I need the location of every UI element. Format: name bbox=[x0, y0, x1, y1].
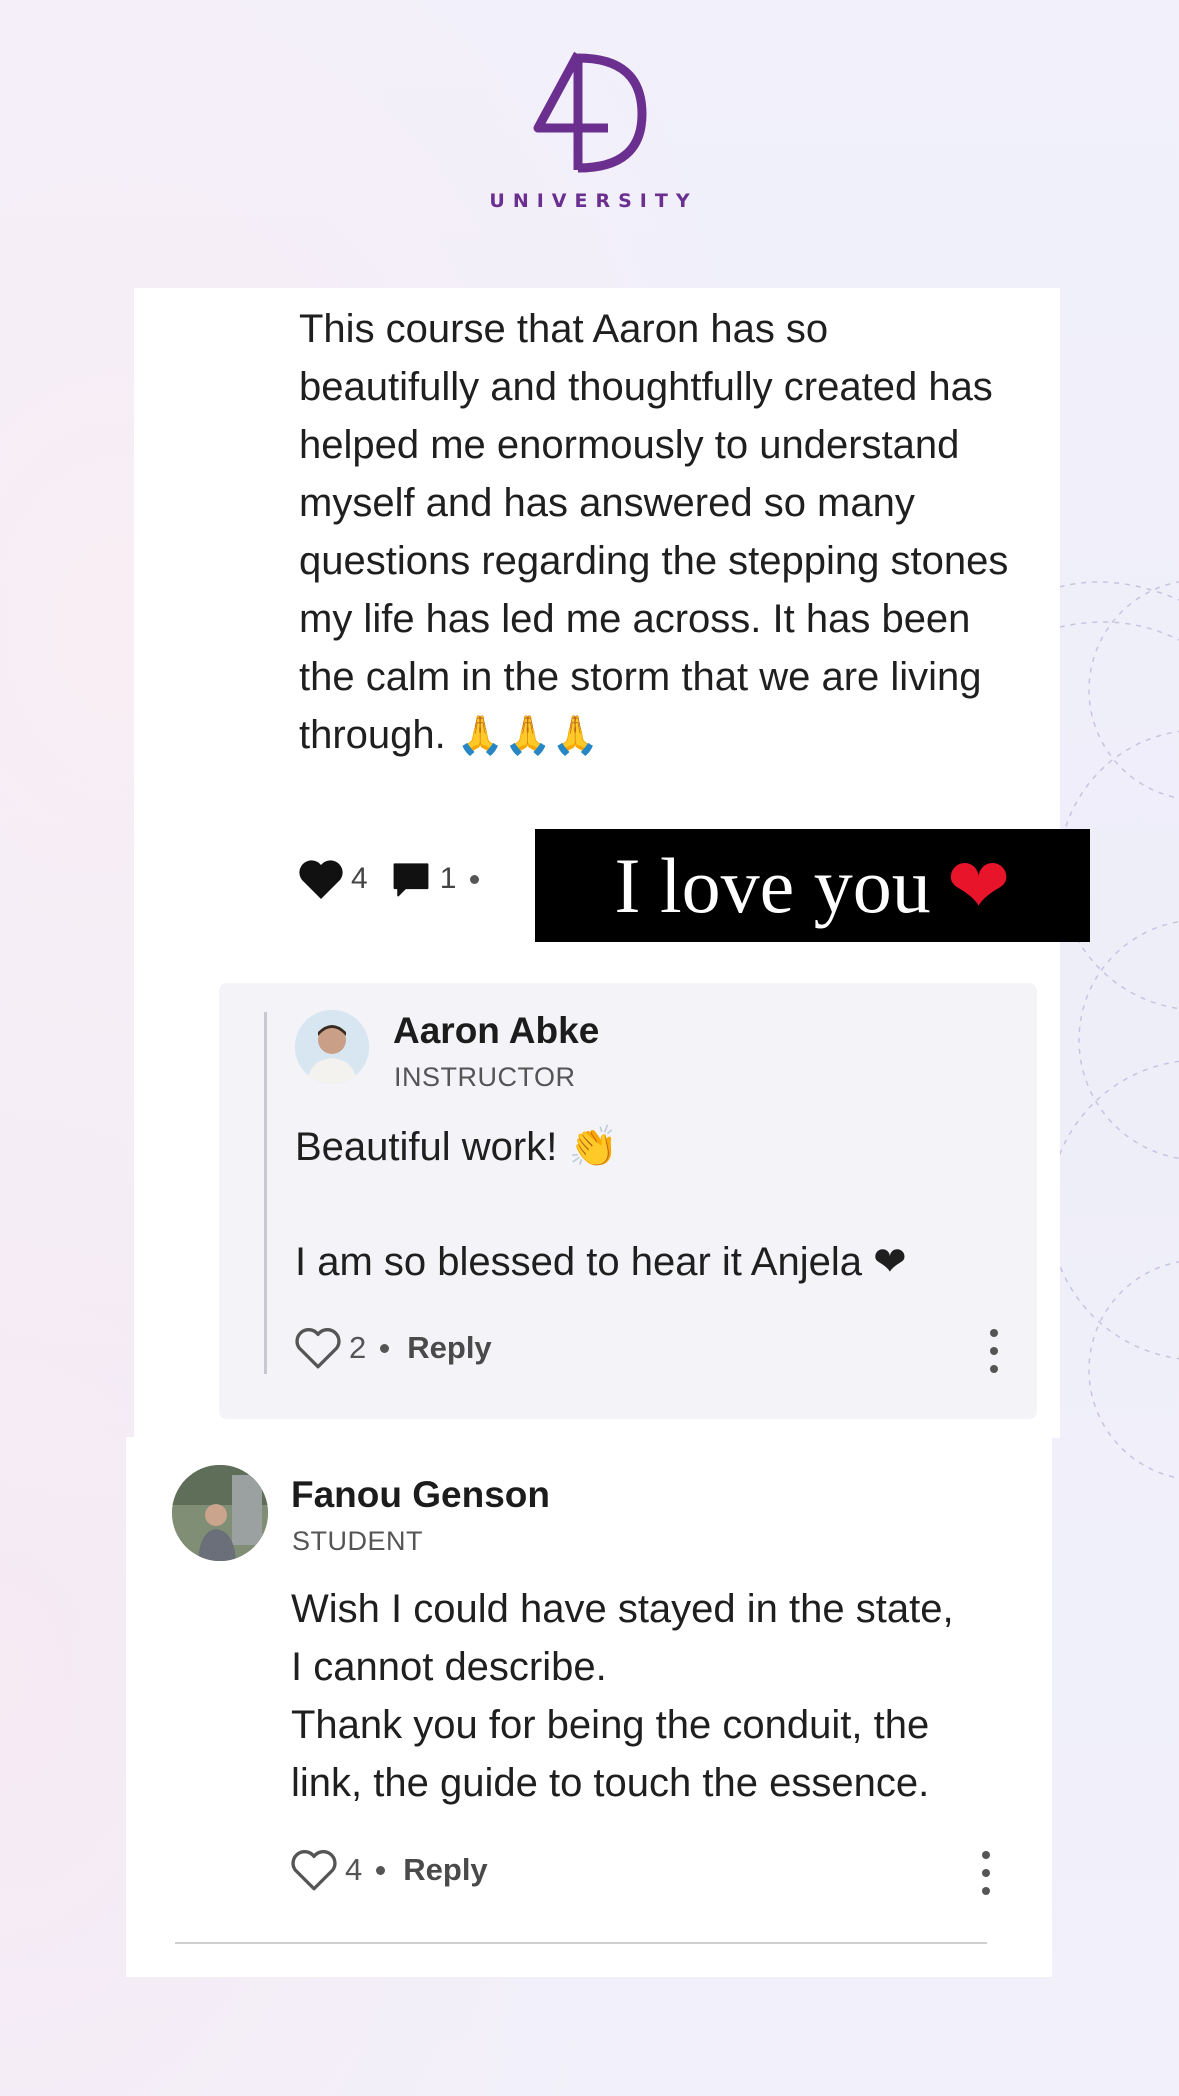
reply-like-count: 2 bbox=[349, 1330, 367, 1365]
separator-dot bbox=[470, 874, 480, 884]
prayer-emoji: 🙏🙏🙏 bbox=[456, 713, 599, 757]
reply-author-role: INSTRUCTOR bbox=[394, 1062, 576, 1092]
avatar-aaron-icon bbox=[295, 1010, 369, 1084]
reply-button[interactable]: Reply bbox=[403, 1852, 487, 1888]
logo-subtitle: UNIVERSITY bbox=[489, 190, 698, 212]
post-like-count: 4 bbox=[351, 862, 368, 895]
reply-button[interactable]: Reply bbox=[407, 1330, 491, 1366]
comment-icon[interactable] bbox=[388, 857, 434, 901]
heart-outline-icon[interactable] bbox=[289, 1847, 339, 1893]
comment-line-3: Thank you for being the conduit, the bbox=[291, 1703, 930, 1747]
separator-dot bbox=[380, 1343, 390, 1353]
post-comment-count: 1 bbox=[439, 862, 457, 895]
divider bbox=[175, 1942, 987, 1944]
comment-line-4: link, the guide to touch the essence. bbox=[291, 1761, 930, 1805]
avatar[interactable] bbox=[295, 1010, 369, 1084]
reply-actions: 2 Reply bbox=[293, 1325, 492, 1371]
logo-4d-icon bbox=[533, 51, 646, 173]
decorative-swirl bbox=[1049, 581, 1179, 1479]
comment-actions: 4 Reply bbox=[289, 1847, 488, 1893]
avatar[interactable] bbox=[172, 1465, 268, 1561]
reply-line-1: Beautiful work! 👏 bbox=[295, 1125, 619, 1169]
post-body: This course that Aaron has so beautifull… bbox=[299, 307, 1009, 757]
more-options-icon[interactable] bbox=[980, 1851, 992, 1895]
comment-like-count: 4 bbox=[345, 1852, 363, 1887]
reply-author-name[interactable]: Aaron Abke bbox=[393, 1010, 599, 1052]
heart-outline-icon[interactable] bbox=[293, 1325, 343, 1371]
comment-author-name[interactable]: Fanou Genson bbox=[291, 1474, 550, 1516]
avatar-fanou-icon bbox=[172, 1465, 268, 1561]
comment-author-role: STUDENT bbox=[292, 1526, 423, 1556]
comment-line-1: Wish I could have stayed in the state, bbox=[291, 1587, 954, 1631]
comment-line-2: I cannot describe. bbox=[291, 1645, 607, 1689]
love-sticker-text: I love you bbox=[614, 841, 931, 929]
red-heart-icon: ❤ bbox=[946, 840, 1011, 930]
reply-line-2: I am so blessed to hear it Anjela ❤ bbox=[295, 1240, 907, 1284]
reply-thread-line bbox=[264, 1012, 267, 1374]
more-options-icon[interactable] bbox=[988, 1329, 1000, 1373]
separator-dot bbox=[376, 1865, 386, 1875]
post-text-block: This course that Aaron has so beautifull… bbox=[299, 300, 1019, 764]
love-sticker: I love you ❤ bbox=[535, 829, 1090, 942]
post-actions: 4 1 bbox=[297, 852, 487, 906]
heart-filled-icon[interactable] bbox=[297, 857, 345, 901]
logo: UNIVERSITY bbox=[0, 50, 1179, 212]
